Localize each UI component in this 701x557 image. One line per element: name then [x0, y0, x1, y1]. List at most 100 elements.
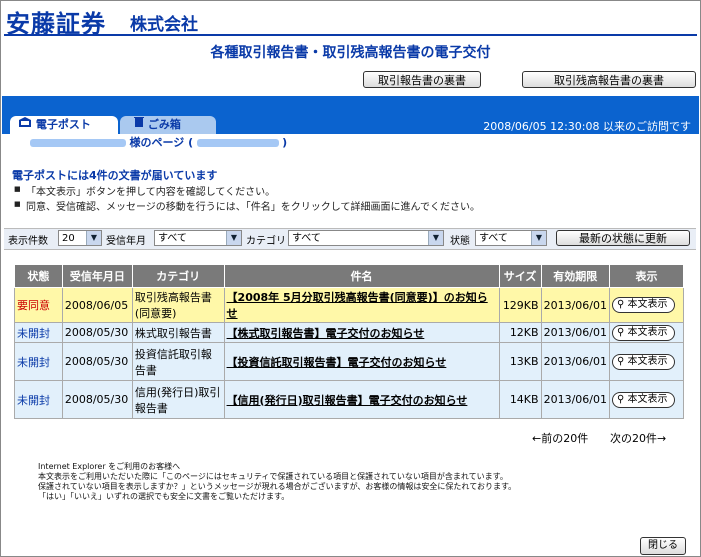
col-category[interactable]: カテゴリ: [131, 264, 225, 288]
row-status: 未開封: [14, 380, 63, 419]
view-body-button[interactable]: ⚲ 本文表示: [611, 391, 675, 408]
pin-icon: ⚲: [616, 326, 625, 338]
table-row: 未開封 2008/05/30 株式取引報告書 【株式取引報告書】電子交付のお知ら…: [14, 322, 685, 343]
tab-post-label: 電子ポスト: [35, 118, 91, 131]
row-subject-link[interactable]: 【株式取引報告書】電子交付のお知らせ: [223, 322, 500, 343]
table-row: 未開封 2008/05/30 投資信託取引報告書 【投資信託取引報告書】電子交付…: [14, 342, 685, 381]
next-page-link[interactable]: 次の20件→: [610, 430, 666, 446]
footnote-line: 本文表示をご利用いただいた際に「このページにはセキュリティで保護されている項目と…: [38, 472, 508, 481]
view-body-button[interactable]: ⚲ 本文表示: [611, 297, 675, 313]
col-date[interactable]: 受信年月日: [61, 264, 133, 288]
mailbox-icon: [18, 116, 32, 134]
row-size: 13KB: [498, 342, 542, 381]
month-select[interactable]: すべて ▼: [154, 230, 242, 246]
redacted-user-name: [30, 139, 126, 147]
row-category: 株式取引報告書: [131, 322, 225, 343]
col-status[interactable]: 状態: [14, 264, 63, 288]
instruction-2: 同意、受信確認、メッセージの移動を行うには、「件名」をクリックして詳細画面に進ん…: [14, 198, 480, 213]
filter-bar: 表示件数 20 ▼ 受信年月 すべて ▼ カテゴリ すべて ▼ 状態 すべて ▼…: [4, 228, 696, 250]
brand-suffix: 株式会社: [130, 15, 198, 35]
category-label: カテゴリ: [246, 236, 286, 247]
status-select-value: すべて: [479, 233, 508, 244]
category-select-value: すべて: [292, 233, 321, 244]
footnote-line: Internet Explorer をご利用のお客様へ: [38, 462, 181, 471]
footnote-line: 保護されていない項目を表示しますか？」というメッセージが現れる場合がございますが…: [38, 482, 517, 491]
redacted-account: [196, 139, 279, 147]
view-body-label: 本文表示: [627, 299, 668, 310]
count-select[interactable]: 20 ▼: [58, 230, 102, 246]
row-date: 2008/05/30: [61, 380, 133, 419]
notice-text: 電子ポストには4件の文書が届いています: [12, 169, 218, 182]
row-view-cell: ⚲ 本文表示: [608, 342, 685, 381]
row-status: 未開封: [14, 322, 63, 343]
row-date: 2008/06/05: [61, 287, 133, 323]
table-row: 未開封 2008/05/30 信用(発行日)取引報告書 【信用(発行日)取引報告…: [14, 380, 685, 419]
col-size[interactable]: サイズ: [498, 264, 542, 288]
row-expiry: 2013/06/01: [540, 380, 610, 419]
row-view-cell: ⚲ 本文表示: [608, 380, 685, 419]
prev-page-link[interactable]: ←前の20件: [532, 430, 588, 446]
page-title: 各種取引報告書・取引残高報告書の電子交付: [210, 45, 491, 61]
row-subject-link[interactable]: 【投資信託取引報告書】電子交付のお知らせ: [223, 342, 500, 381]
pin-icon: ⚲: [616, 299, 625, 310]
row-size: 14KB: [498, 380, 542, 419]
chevron-down-icon: ▼: [86, 231, 101, 245]
row-size: 12KB: [498, 322, 542, 343]
month-label: 受信年月: [106, 236, 146, 247]
row-status: 要同意: [14, 287, 63, 323]
pin-icon: ⚲: [616, 393, 625, 405]
row-expiry: 2013/06/01: [540, 322, 610, 343]
ie-footnote: Internet Explorer をご利用のお客様へ 本文表示をご利用いただい…: [38, 462, 516, 502]
count-label: 表示件数: [8, 236, 48, 247]
view-body-label: 本文表示: [627, 355, 668, 367]
chevron-down-icon: ▼: [531, 231, 546, 245]
col-subject[interactable]: 件名: [223, 264, 500, 288]
category-select[interactable]: すべて ▼: [288, 230, 444, 246]
row-category: 投資信託取引報告書: [131, 342, 225, 381]
row-subject-link[interactable]: 【信用(発行日)取引報告書】電子交付のお知らせ: [223, 380, 500, 419]
tab-trash[interactable]: ごみ箱: [120, 116, 216, 134]
row-subject-link[interactable]: 【2008年 5月分取引残高報告書(同意要)】のお知らせ: [223, 287, 500, 323]
table-header-row: 状態 受信年月日 カテゴリ 件名 サイズ 有効期限 表示: [14, 264, 685, 288]
user-page-suffix: 様のページ (: [129, 136, 194, 149]
row-view-cell: ⚲ 本文表示: [608, 287, 685, 323]
row-view-cell: ⚲ 本文表示: [608, 322, 685, 343]
row-size: 129KB: [498, 287, 542, 323]
table-row: 要同意 2008/06/05 取引残高報告書(同意要) 【2008年 5月分取引…: [14, 287, 685, 323]
pin-icon: ⚲: [616, 355, 625, 367]
row-date: 2008/05/30: [61, 322, 133, 343]
user-page-close: ): [282, 136, 288, 149]
view-body-button[interactable]: ⚲ 本文表示: [611, 324, 675, 341]
row-status: 未開封: [14, 342, 63, 381]
row-category: 信用(発行日)取引報告書: [131, 380, 225, 419]
footnote-line: 「はい」「いいえ」いずれの選択でも安全に文書をご覧いただけます。: [38, 492, 290, 501]
month-select-value: すべて: [158, 233, 187, 244]
last-visit-text: 2008/06/05 12:30:08 以来のご訪問です: [483, 120, 691, 133]
trash-icon: [134, 116, 144, 134]
col-view: 表示: [608, 264, 685, 288]
row-expiry: 2013/06/01: [540, 342, 610, 381]
chevron-down-icon: ▼: [226, 231, 241, 245]
row-expiry: 2013/06/01: [540, 287, 610, 323]
status-label: 状態: [450, 236, 470, 247]
header-divider: [4, 34, 697, 36]
tab-post[interactable]: 電子ポスト: [10, 116, 118, 134]
refresh-button[interactable]: 最新の状態に更新: [556, 230, 690, 246]
view-body-label: 本文表示: [627, 326, 668, 338]
col-expiry[interactable]: 有効期限: [540, 264, 610, 288]
user-page-line: 様のページ ( ): [0, 134, 701, 150]
close-button[interactable]: 閉じる: [640, 537, 686, 555]
document-table: 状態 受信年月日 カテゴリ 件名 サイズ 有効期限 表示 要同意 2008/06…: [14, 264, 685, 419]
chevron-down-icon: ▼: [428, 231, 443, 245]
tab-trash-label: ごみ箱: [147, 118, 181, 131]
balance-report-back-button[interactable]: 取引残高報告書の裏書: [522, 71, 696, 88]
instruction-1: 「本文表示」ボタンを押して内容を確認してください。: [14, 183, 275, 198]
count-select-value: 20: [62, 233, 75, 244]
view-body-button[interactable]: ⚲ 本文表示: [611, 353, 675, 370]
row-date: 2008/05/30: [61, 342, 133, 381]
status-select[interactable]: すべて ▼: [475, 230, 547, 246]
header: 安藤証券 株式会社: [4, 4, 696, 38]
trade-report-back-button[interactable]: 取引報告書の裏書: [363, 71, 481, 88]
row-category: 取引残高報告書(同意要): [131, 287, 225, 323]
view-body-label: 本文表示: [627, 393, 668, 405]
